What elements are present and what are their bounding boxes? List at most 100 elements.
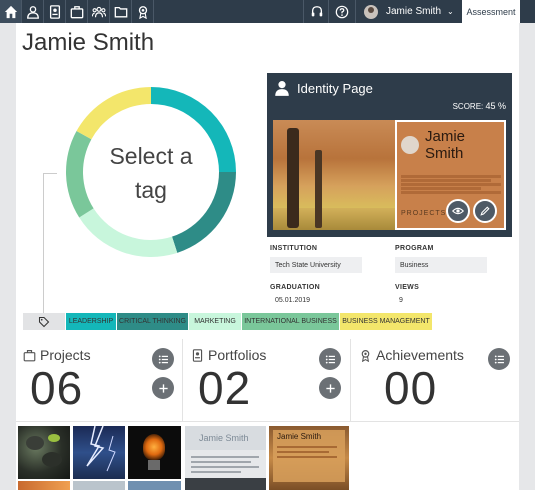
preview-name-line2: Smith <box>425 145 464 162</box>
thumb-leaf <box>48 434 60 442</box>
user-menu[interactable]: Jamie Smith ⌄ <box>355 0 462 23</box>
pencil-icon <box>480 206 490 216</box>
donut-label-line1: Select a <box>109 143 193 169</box>
folder-icon[interactable] <box>110 0 132 23</box>
thumb-line <box>191 466 259 468</box>
project-thumbnail[interactable] <box>128 426 181 479</box>
plus-icon <box>158 383 168 393</box>
profile-icon[interactable] <box>22 0 44 23</box>
preview-body-text <box>401 174 501 195</box>
user-name: Jamie Smith <box>386 6 442 17</box>
add-project-button[interactable] <box>152 377 174 399</box>
thumb-stone <box>42 452 62 467</box>
thumb-line <box>277 451 329 453</box>
edit-button[interactable] <box>473 199 497 223</box>
portfolio-icon <box>192 348 203 362</box>
program-label: PROGRAM <box>395 245 434 252</box>
projects-list-button[interactable] <box>152 348 174 370</box>
assessment-tab[interactable]: Assessment <box>462 0 520 23</box>
portfolios-list-button[interactable] <box>319 348 341 370</box>
portfolios-panel: Portfolios 02 <box>184 339 351 421</box>
project-thumbnail[interactable] <box>73 481 125 490</box>
preview-name-line1: Jamie <box>425 128 466 145</box>
groups-icon[interactable] <box>88 0 110 23</box>
tag-icon <box>38 316 50 327</box>
divider <box>16 421 519 422</box>
preview-section-label: PROJECTS <box>401 210 447 217</box>
portfolios-count: 02 <box>198 362 252 414</box>
tag-critical-thinking[interactable]: CRITICAL THINKING <box>117 313 188 330</box>
portfolio-thumbnail[interactable]: Jamie Smith <box>269 426 349 490</box>
project-thumbnail[interactable] <box>18 426 70 479</box>
list-icon <box>158 355 168 363</box>
portfolio-thumb-name: Jamie Smith <box>199 433 249 443</box>
tag-leadership[interactable]: LEADERSHIP <box>66 313 116 330</box>
portfolio-thumb-name: Jamie Smith <box>277 432 322 441</box>
briefcase-icon <box>23 349 36 361</box>
plus-icon <box>325 383 335 393</box>
preview-photo <box>273 120 395 230</box>
projects-count: 06 <box>30 362 84 414</box>
graduation-label: GRADUATION <box>270 284 320 291</box>
achievements-panel: Achievements 00 <box>352 339 519 421</box>
tag-filter[interactable] <box>23 313 65 330</box>
home-icon[interactable] <box>0 0 22 23</box>
photo-tree <box>315 150 322 228</box>
thumb-line <box>277 446 337 448</box>
eye-icon <box>452 207 464 215</box>
donut-label-line2: tag <box>135 177 167 203</box>
achievements-list-button[interactable] <box>488 348 510 370</box>
page-title: Jamie Smith <box>22 29 155 56</box>
views-value: 9 <box>399 297 403 304</box>
donut-segment-business-management[interactable] <box>76 87 151 140</box>
help-icon[interactable] <box>328 0 355 23</box>
institution-label: INSTITUTION <box>270 245 318 252</box>
thumb-line <box>191 471 241 473</box>
support-icon[interactable] <box>303 0 330 23</box>
projects-icon[interactable] <box>66 0 88 23</box>
connector-line <box>43 173 44 313</box>
chevron-down-icon: ⌄ <box>447 7 454 16</box>
preview-name: Jamie Smith <box>425 128 465 162</box>
main-panel: Jamie Smith Select a tag Identity Page S… <box>16 23 519 490</box>
photo-tree <box>287 128 299 228</box>
thumb-line <box>191 456 259 458</box>
projects-panel: Projects 06 <box>16 339 183 421</box>
thumb-line <box>277 456 337 458</box>
tag-international-business[interactable]: INTERNATIONAL BUSINESS <box>242 313 339 330</box>
project-thumbnail[interactable] <box>18 481 70 490</box>
add-portfolio-button[interactable] <box>319 377 341 399</box>
score-label: SCORE: <box>452 102 484 111</box>
tag-business-management[interactable]: BUSINESS MANAGEMENT <box>340 313 432 330</box>
view-button[interactable] <box>446 199 470 223</box>
identity-header: Identity Page <box>273 79 373 97</box>
thumb-bulb <box>143 434 165 460</box>
identity-preview[interactable]: Jamie Smith PROJECTS <box>273 120 506 230</box>
avatar <box>364 4 378 19</box>
list-icon <box>494 355 504 363</box>
project-thumbnail[interactable] <box>73 426 125 479</box>
thumb-footer <box>185 478 266 490</box>
identity-icon[interactable] <box>44 0 66 23</box>
program-value: Business <box>395 257 487 273</box>
thumb-bulb-base <box>148 460 160 470</box>
achievements-icon[interactable] <box>132 0 154 23</box>
tag-marketing[interactable]: MARKETING <box>189 313 241 330</box>
lightning-graphic <box>86 426 116 472</box>
list-icon <box>325 355 335 363</box>
thumb-line <box>191 461 251 463</box>
donut-center-label: Select a tag <box>96 139 206 207</box>
thumb-stone <box>26 436 44 450</box>
preview-avatar <box>401 136 419 154</box>
donut-segment-marketing[interactable] <box>79 208 178 257</box>
views-label: VIEWS <box>395 284 420 291</box>
institution-value: Tech State University <box>270 257 362 273</box>
identity-page-card[interactable]: Identity Page SCORE: 45 % Jamie Smith PR… <box>267 73 512 237</box>
donut-segment-international-business[interactable] <box>66 131 94 218</box>
project-thumbnail[interactable] <box>128 481 181 490</box>
top-nav-bar: Jamie Smith ⌄ Assessment <box>0 0 535 23</box>
portfolio-thumbnail[interactable]: Jamie Smith <box>185 426 266 490</box>
graduation-value: 05.01.2019 <box>275 297 311 304</box>
medal-icon <box>361 349 370 362</box>
connector-line <box>43 173 57 174</box>
